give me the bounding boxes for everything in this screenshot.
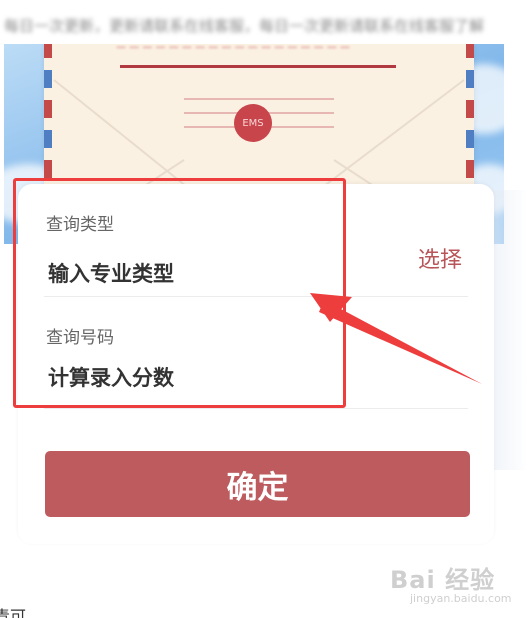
screenshot-page: 每日一次更新，更新请联系在线客服，每日一次更新请联系在线客服了解 — — — —… (0, 0, 528, 618)
watermark-brand: Bai 经验 (390, 566, 496, 594)
baidu-jingyan-watermark: Bai 经验 jingyan.baidu.com (390, 560, 524, 608)
ems-seal-icon: EMS (234, 104, 272, 142)
divider (44, 408, 468, 409)
select-button[interactable]: 选择 (418, 242, 462, 274)
annotation-highlight-box (13, 178, 346, 408)
blurred-top-text: 每日一次更新，更新请联系在线客服，每日一次更新请联系在线客服了解 (0, 8, 528, 44)
bottom-partial-text: 青可 (0, 607, 27, 618)
confirm-button[interactable]: 确定 (45, 451, 470, 517)
watermark-url: jingyan.baidu.com (410, 592, 512, 605)
top-text: 每日一次更新，更新请联系在线客服，每日一次更新请联系在线客服了解 (4, 17, 485, 35)
seal-label: EMS (242, 117, 264, 129)
right-edge-fade (492, 190, 528, 470)
